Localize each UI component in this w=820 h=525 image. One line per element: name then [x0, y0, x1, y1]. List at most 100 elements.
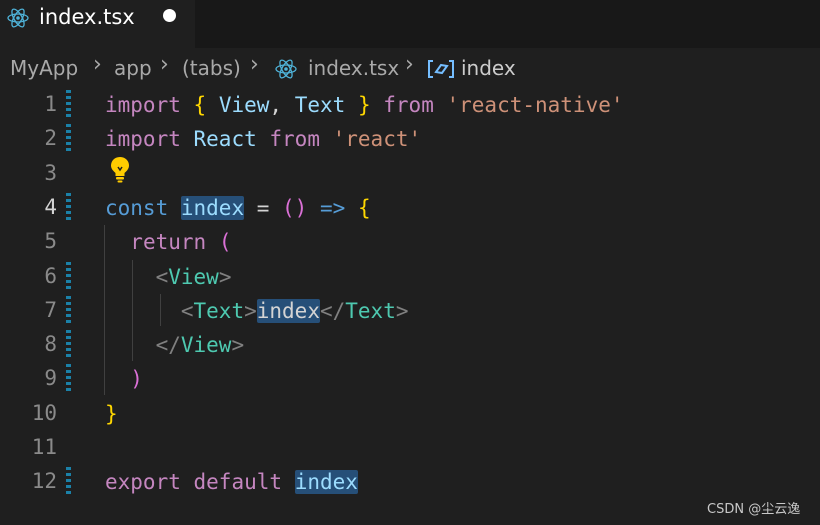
code-token: export: [105, 470, 181, 495]
line-number: 3: [44, 160, 57, 185]
watermark: CSDN @尘云逸: [707, 502, 801, 517]
code-line[interactable]: <Text>index</Text>: [105, 294, 409, 328]
breadcrumb-item-file[interactable]: index.tsx: [308, 56, 399, 80]
code-line[interactable]: </View>: [105, 328, 245, 362]
breadcrumb-item-app[interactable]: app: [114, 56, 152, 80]
code-token: Text: [193, 298, 245, 323]
chevron-right-icon: ›: [250, 52, 259, 77]
git-change-marker[interactable]: [66, 90, 71, 120]
code-token: }: [357, 93, 371, 117]
git-change-marker[interactable]: [66, 295, 71, 326]
git-change-marker[interactable]: [66, 192, 71, 223]
code-token: >: [244, 298, 257, 323]
code-token: {: [193, 93, 207, 117]
line-number: 2: [44, 126, 57, 151]
code-token: </: [155, 333, 181, 358]
code-line[interactable]: <View>: [105, 260, 232, 294]
code-token: ): [130, 367, 143, 392]
git-change-marker[interactable]: [66, 261, 71, 292]
line-number: 8: [44, 332, 57, 357]
code-line[interactable]: export default index: [105, 465, 358, 499]
line-number: 5: [44, 229, 57, 254]
line-number: 12: [31, 469, 57, 494]
code-token: index: [180, 195, 245, 220]
code-token: index: [294, 470, 358, 495]
git-change-marker[interactable]: [66, 124, 71, 155]
code-token: >: [218, 264, 232, 289]
chevron-right-icon: ›: [405, 52, 414, 77]
symbol-variable-icon: [428, 60, 454, 78]
chevron-right-icon: ›: [93, 52, 102, 77]
code-token: return: [130, 230, 207, 255]
breadcrumb-item-tabs[interactable]: (tabs): [182, 56, 241, 80]
code-token: <: [155, 264, 169, 289]
code-token: View: [168, 264, 219, 289]
code-token: (: [218, 230, 232, 255]
indent-guide: [132, 260, 133, 361]
breadcrumb-item-symbol[interactable]: index: [461, 56, 516, 80]
code-token: const: [105, 195, 169, 220]
lightbulb-icon[interactable]: [108, 155, 132, 183]
code-token: default: [193, 470, 283, 495]
breadcrumb-item-myapp[interactable]: MyApp: [10, 56, 78, 80]
code-token: import: [105, 93, 181, 117]
line-number: 11: [31, 435, 57, 459]
code-token: >: [395, 298, 409, 323]
chevron-right-icon: ›: [160, 52, 169, 77]
indent-guide: [160, 294, 161, 326]
code-token: 'react-native': [446, 93, 624, 117]
code-token: }: [105, 401, 118, 426]
react-icon: [7, 8, 29, 28]
code-token: {: [357, 195, 371, 220]
code-token: </: [319, 298, 346, 323]
git-change-marker[interactable]: [66, 364, 71, 395]
code-token: =>: [319, 195, 346, 220]
line-number: 10: [31, 400, 57, 425]
breadcrumb: MyApp › app › (tabs) › index.tsx › index: [0, 48, 820, 88]
code-line[interactable]: import React from 'react': [105, 122, 421, 156]
code-token: <: [180, 298, 194, 323]
react-icon: [275, 59, 297, 79]
code-token: >: [231, 333, 245, 358]
code-token: import: [105, 127, 181, 152]
code-token: index: [256, 298, 320, 323]
line-number: 9: [44, 366, 57, 391]
code-token: Text: [294, 93, 346, 117]
tab-index-tsx[interactable]: index.tsx: [0, 0, 195, 48]
line-number: 6: [44, 263, 57, 288]
code-token: Text: [345, 298, 396, 323]
code-token: (): [282, 195, 308, 220]
line-number: 4: [44, 194, 57, 219]
code-line[interactable]: const index = () => {: [105, 191, 371, 225]
code-line[interactable]: import { View, Text } from 'react-native…: [105, 88, 624, 122]
code-line[interactable]: ): [105, 362, 143, 396]
code-token: React: [193, 127, 257, 152]
code-line[interactable]: }: [105, 397, 118, 431]
git-change-marker[interactable]: [66, 330, 71, 361]
code-token: View: [218, 93, 270, 117]
code-token: =: [244, 195, 283, 220]
git-change-marker[interactable]: [66, 467, 71, 498]
code-line[interactable]: return (: [105, 225, 231, 259]
code-token: ,: [269, 93, 283, 117]
unsaved-indicator-icon[interactable]: [163, 9, 176, 22]
